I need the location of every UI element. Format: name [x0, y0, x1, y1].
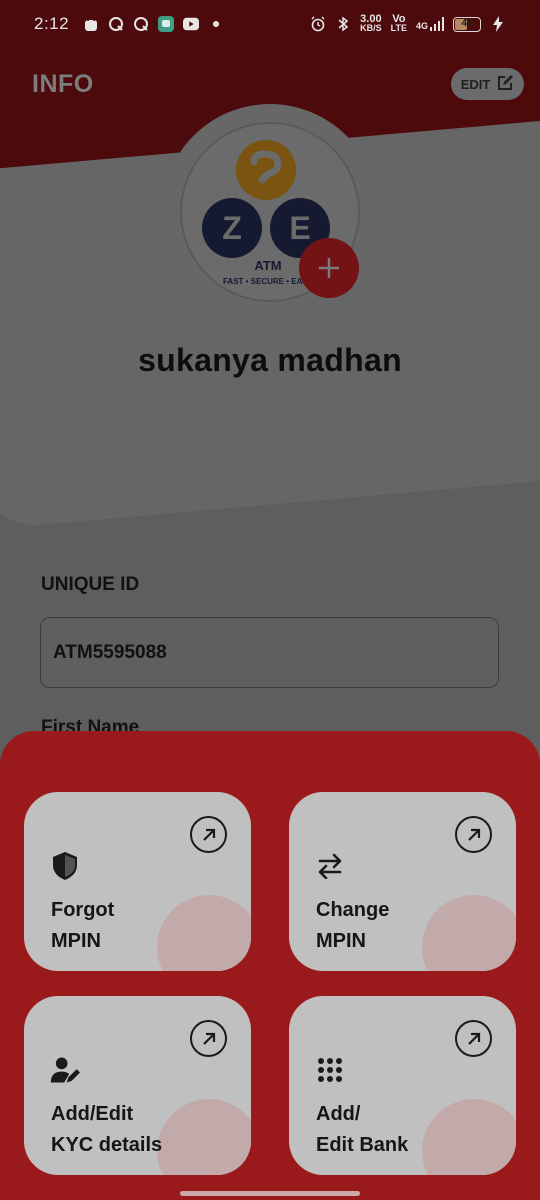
unique-id-field[interactable]: ATM5595088	[40, 617, 499, 688]
open-arrow-icon	[455, 816, 492, 853]
forgot-mpin-label: Forgot MPIN	[51, 895, 114, 957]
network-speed-unit: KB/S	[360, 23, 382, 33]
actions-bottom-sheet: Forgot MPIN Change MPIN Add/Edit KYC det…	[0, 731, 540, 1200]
status-bar: 2:12 3.00 KB/S Vo LTE 4G 49	[0, 0, 540, 48]
logo-letter-z: Z	[222, 210, 242, 246]
card-label-line1: Add/	[316, 1103, 361, 1125]
user-name: sukanya madhan	[138, 342, 402, 378]
message-app-icon	[158, 16, 175, 32]
card-label-line1: Add/Edit	[51, 1103, 134, 1125]
change-mpin-label: Change MPIN	[316, 895, 389, 957]
shopping-bag-icon	[83, 16, 99, 32]
network-speed: 3.00 KB/S	[360, 14, 382, 33]
card-label-line2: MPIN	[316, 930, 366, 952]
add-photo-button[interactable]	[299, 238, 359, 298]
grid-dots-icon	[315, 1054, 345, 1086]
kyc-details-card[interactable]: Add/Edit KYC details	[24, 996, 251, 1175]
volte-indicator: Vo LTE	[390, 14, 407, 33]
notification-icons	[83, 16, 224, 32]
q-app-icon	[108, 16, 124, 32]
page-title: INFO	[32, 70, 94, 98]
edit-bank-card[interactable]: Add/ Edit Bank	[289, 996, 516, 1175]
youtube-icon	[183, 16, 200, 32]
swap-arrows-icon	[315, 850, 345, 882]
open-arrow-icon	[455, 1020, 492, 1057]
plus-icon	[319, 258, 339, 278]
card-decoration	[157, 895, 251, 971]
status-time: 2:12	[34, 14, 70, 33]
card-decoration	[157, 1099, 251, 1175]
edit-bank-label: Add/ Edit Bank	[316, 1099, 408, 1161]
edit-button-label: EDIT	[460, 76, 491, 92]
user-edit-icon	[50, 1054, 80, 1086]
alarm-icon	[310, 16, 326, 32]
battery-level: 49	[461, 18, 473, 29]
signal-type: 4G	[415, 21, 428, 31]
charging-bolt-icon	[490, 16, 506, 32]
signal-strength: 4G	[416, 17, 444, 31]
unique-id-value: ATM5595088	[53, 641, 167, 663]
more-notifications-dot-icon	[208, 16, 224, 32]
card-label-line2: MPIN	[51, 930, 101, 952]
edit-icon	[496, 74, 514, 95]
change-mpin-card[interactable]: Change MPIN	[289, 792, 516, 971]
card-label-line2: KYC details	[51, 1134, 163, 1156]
card-label-line2: Edit Bank	[316, 1134, 409, 1156]
card-label-line1: Forgot	[51, 899, 115, 921]
open-arrow-icon	[190, 1020, 227, 1057]
card-decoration	[422, 895, 516, 971]
signal-bars-icon	[430, 17, 444, 31]
logo-letter-e: E	[289, 210, 310, 246]
card-decoration	[422, 1099, 516, 1175]
forgot-mpin-card[interactable]: Forgot MPIN	[24, 792, 251, 971]
shield-icon	[50, 850, 80, 882]
system-status-icons: 3.00 KB/S Vo LTE 4G 49	[310, 14, 506, 33]
q-app-icon	[133, 16, 149, 32]
logo-caption: ATM	[254, 258, 281, 273]
card-label-line1: Change	[316, 899, 390, 921]
open-arrow-icon	[190, 816, 227, 853]
battery-indicator: 49	[453, 16, 481, 32]
edit-profile-button[interactable]: EDIT	[451, 68, 524, 100]
volte-bottom: LTE	[390, 23, 407, 33]
bluetooth-icon	[335, 16, 351, 32]
home-indicator[interactable]	[180, 1191, 360, 1196]
unique-id-label: UNIQUE ID	[41, 574, 140, 595]
kyc-details-label: Add/Edit KYC details	[51, 1099, 162, 1161]
